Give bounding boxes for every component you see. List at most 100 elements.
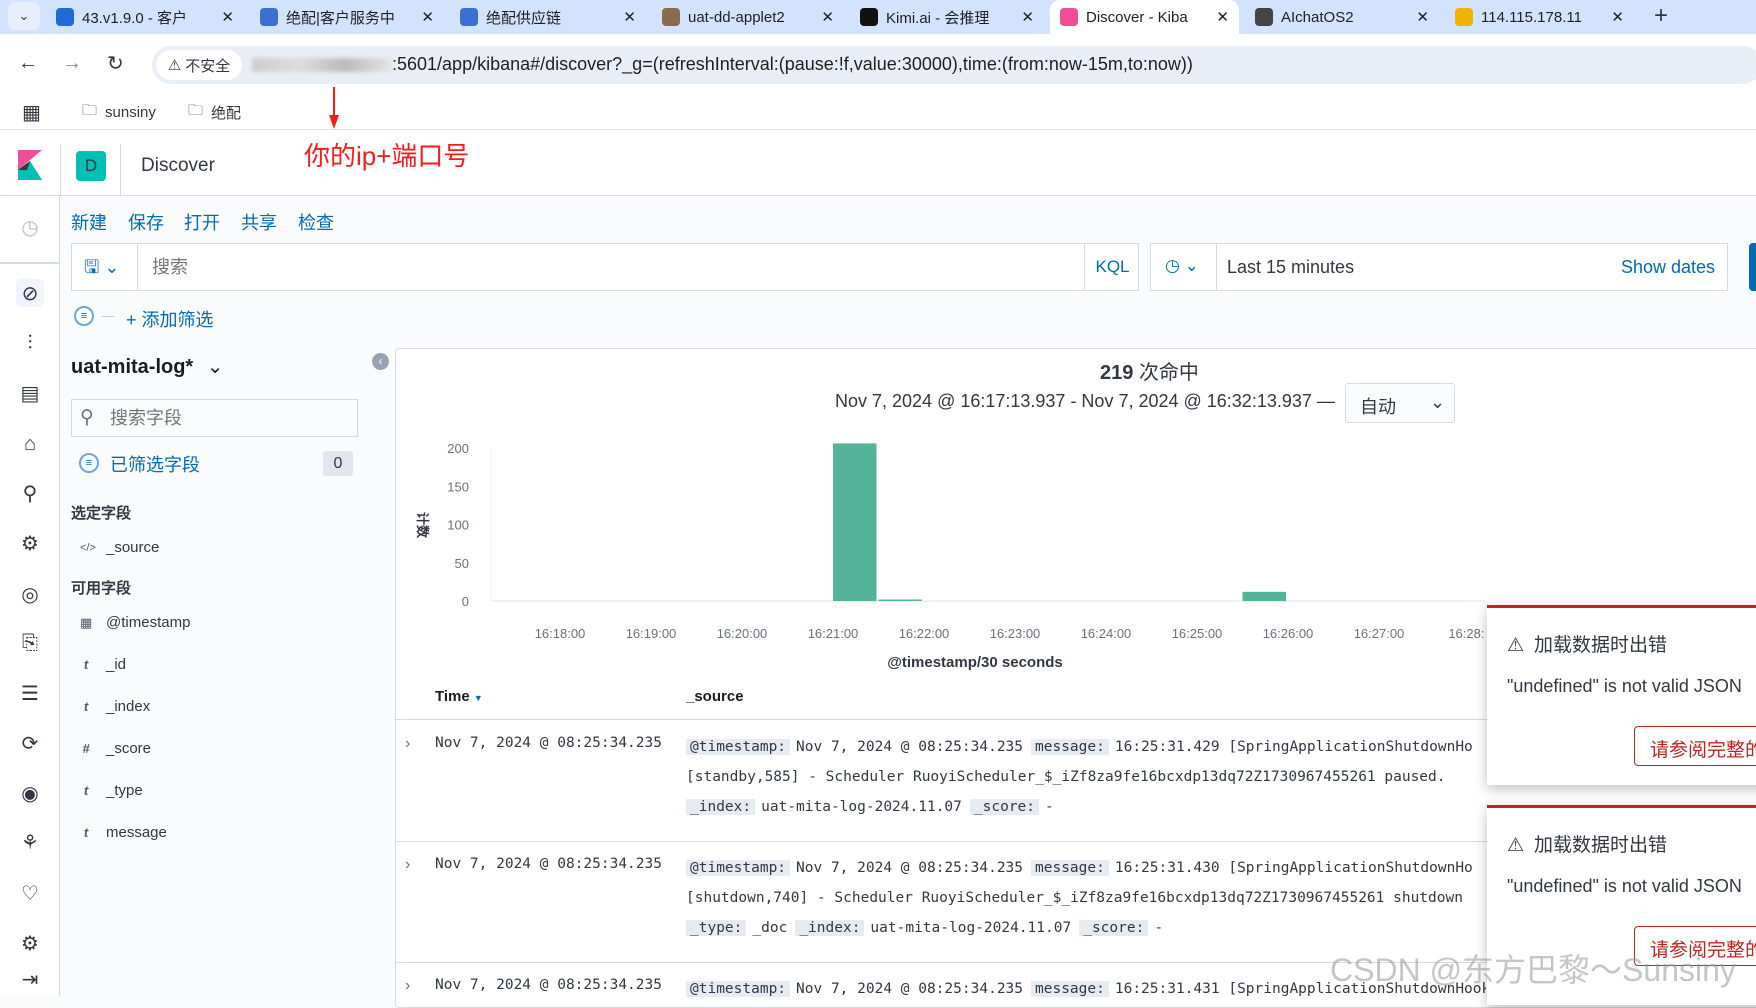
discover-compass-icon[interactable]: ⊘ [16,279,44,307]
forward-button[interactable]: → [62,52,82,75]
search-input[interactable] [152,250,1052,284]
browser-tab[interactable]: Discover - Kiba ✕ [1050,0,1239,34]
field-value: Nov 7, 2024 @ 08:25:34.235 [796,981,1024,997]
menu-link[interactable]: 检查 [298,209,334,235]
close-tab-icon[interactable]: ✕ [623,8,636,26]
field-item[interactable]: ▦ @timestamp [80,614,190,631]
field-key: @timestamp: [686,981,791,997]
sort-down-icon: ▼ [473,693,483,703]
number-type-icon: # [82,741,90,756]
recent-icon[interactable]: ◷ [16,213,44,241]
close-tab-icon[interactable]: ✕ [1611,8,1624,26]
annotation-arrow [329,87,339,129]
field-item[interactable]: t _type [80,782,143,799]
security-indicator[interactable]: ⚠ 不安全 [156,50,242,80]
menu-link[interactable]: 保存 [128,209,164,235]
x-tick-label: 16:21:00 [808,626,859,641]
refresh-button[interactable] [1749,243,1756,291]
back-button[interactable]: ← [18,52,38,75]
divider [120,144,121,196]
browser-tab[interactable]: uat-dd-applet2 ✕ [652,0,844,34]
browser-tab[interactable]: 43.v1.9.0 - 客户 ✕ [46,0,244,34]
folder-icon: 🗀 [82,102,98,119]
saved-query-button[interactable]: 🖫 ⌄ [72,244,138,290]
show-dates-button[interactable]: Show dates [1621,257,1715,278]
menu-link[interactable]: 打开 [184,209,220,235]
browser-tab[interactable]: 绝配供应链 ✕ [450,0,646,34]
space-avatar[interactable]: D [76,151,106,181]
field-item[interactable]: t message [80,824,167,841]
browser-tab[interactable]: Kimi.ai - 会推理 ✕ [850,0,1044,34]
see-full-error-button[interactable]: 请参阅完整的 [1634,726,1756,766]
warning-icon: ⚠ [1507,635,1525,656]
monitoring-icon[interactable]: ♡ [16,879,44,907]
favicon-icon [260,8,278,26]
canvas-icon[interactable]: ⌂ [16,430,44,458]
favicon-icon [1255,8,1273,26]
ml-icon[interactable]: ⚙ [16,529,44,557]
bookmark-folder[interactable]: 🗀 绝配 [188,100,241,125]
bookmark-folder[interactable]: 🗀 sunsiny [82,100,156,125]
kql-toggle[interactable]: KQL [1084,244,1140,290]
reload-button[interactable]: ↻ [107,51,124,76]
dev-tools-icon[interactable]: ⚘ [16,828,44,856]
field-item[interactable]: t _index [80,698,150,715]
maps-icon[interactable]: ⚲ [16,479,44,507]
management-gear-icon[interactable]: ⚙ [16,929,44,957]
close-tab-icon[interactable]: ✕ [821,8,834,26]
dashboard-icon[interactable]: ▤ [16,379,44,407]
siem-icon[interactable]: ◉ [16,779,44,807]
expand-row-button[interactable]: › [405,735,410,753]
new-tab-button[interactable]: + [1654,2,1668,30]
uptime-icon[interactable]: ⟳ [16,729,44,757]
field-search[interactable]: ⚲ [71,399,358,437]
divider [102,316,114,317]
browser-tab[interactable]: 114.115.178.11 ✕ [1445,0,1634,34]
browser-tab[interactable]: AIchatOS2 ✕ [1245,0,1439,34]
apm-icon[interactable]: ☰ [16,679,44,707]
url-text[interactable]: :5601/app/kibana#/discover?_g=(refreshIn… [252,54,1193,75]
field-item[interactable]: # _score [80,740,151,757]
interval-select[interactable]: 自动 ⌄ [1345,383,1455,423]
visualize-icon[interactable]: ⫶ [16,329,44,357]
collapse-nav-icon[interactable]: ⇥ [16,965,44,993]
add-filter-button[interactable]: + 添加筛选 [126,306,214,332]
menu-link[interactable]: 共享 [241,209,277,235]
histogram-bar[interactable] [878,599,923,602]
field-key: _index: [795,920,865,936]
y-tick-label: 0 [462,594,469,609]
expand-row-button[interactable]: › [405,977,410,995]
x-tick-label: 16:25:00 [1172,626,1223,641]
logs-icon[interactable]: ⎘ [16,629,44,657]
menu-link[interactable]: 新建 [71,209,107,235]
field-item[interactable]: </> _source [80,539,159,556]
kibana-logo[interactable] [18,150,42,180]
field-key: @timestamp: [686,860,791,876]
filtered-fields-toggle[interactable]: ≡ 已筛选字段 0 [79,451,355,477]
field-item[interactable]: t _id [80,656,126,673]
close-tab-icon[interactable]: ✕ [1021,8,1034,26]
index-pattern-selector[interactable]: uat-mita-log* ⌄ [71,354,224,379]
time-picker: ◷ ⌄ Last 15 minutes Show dates [1150,243,1728,291]
quick-menu-button[interactable]: ◷ ⌄ [1151,244,1217,290]
column-header-time[interactable]: Time ▼ [435,688,483,705]
close-tab-icon[interactable]: ✕ [1216,8,1229,26]
histogram-bar[interactable] [1242,591,1287,601]
time-range-display[interactable]: Last 15 minutes [1227,257,1354,278]
chevron-down-icon: ⌄ [206,356,224,378]
metrics-icon[interactable]: ◎ [16,580,44,608]
apps-icon[interactable]: ▦ [22,100,41,125]
expand-row-button[interactable]: › [405,856,410,874]
collapse-sidebar-button[interactable]: ‹ [372,353,389,370]
histogram-bar[interactable] [833,443,877,601]
browser-tab[interactable]: 绝配|客户服务中 ✕ [250,0,444,34]
favicon-icon [1060,8,1078,26]
close-tab-icon[interactable]: ✕ [1416,8,1429,26]
filter-icon[interactable]: ≡ [74,306,94,326]
close-tab-icon[interactable]: ✕ [421,8,434,26]
string-type-icon: t [83,783,89,798]
close-tab-icon[interactable]: ✕ [221,8,234,26]
source-line: _index: uat-mita-log-2024.11.07 _score: - [686,799,1486,815]
field-search-input[interactable] [110,404,350,432]
tab-search-button[interactable]: ⌄ [8,2,40,30]
